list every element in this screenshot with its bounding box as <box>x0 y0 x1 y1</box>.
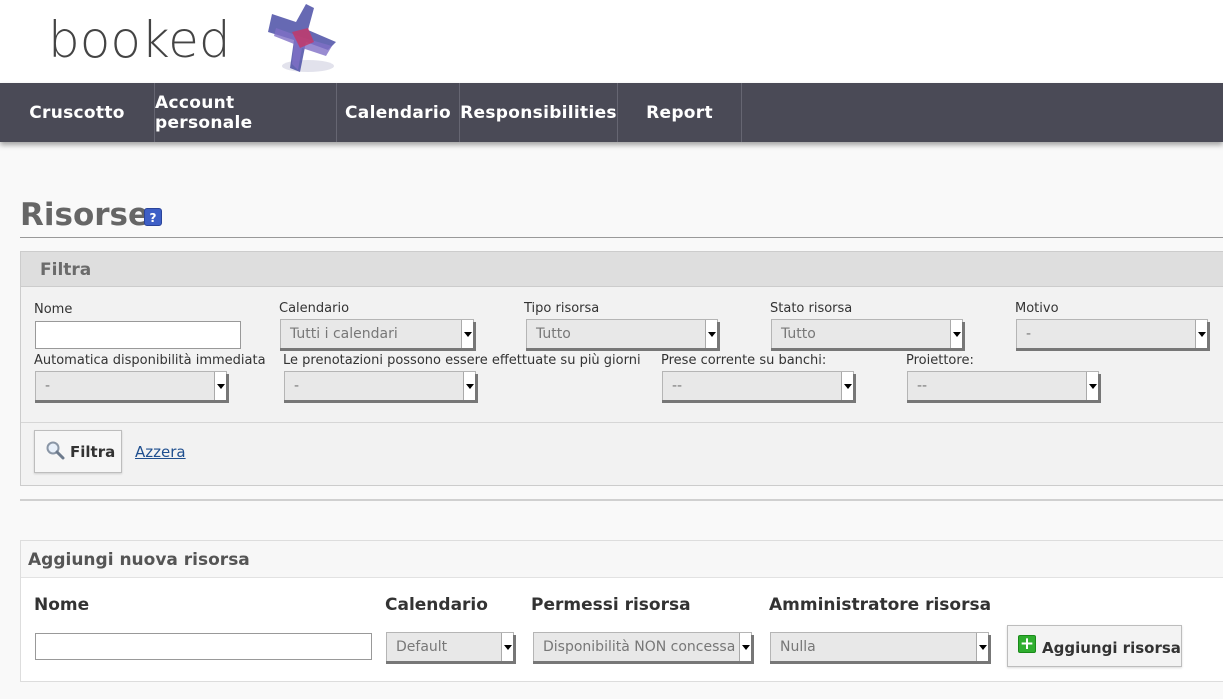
filter-power-label: Prese corrente su banchi: <box>661 353 827 368</box>
plus-icon: + <box>1018 634 1036 654</box>
chevron-down-icon <box>461 320 473 348</box>
chevron-down-icon <box>739 633 751 661</box>
filter-reason-label: Motivo <box>1015 301 1059 316</box>
add-permissions-label: Permessi risorsa <box>531 595 691 615</box>
section-divider <box>20 499 1223 501</box>
nav-item-cruscotto[interactable]: Cruscotto <box>0 83 155 142</box>
filter-projector-value: -- <box>917 378 928 394</box>
reset-link[interactable]: Azzera <box>135 443 186 461</box>
filter-status-select[interactable]: Tutto <box>771 319 965 351</box>
add-permissions-value: Disponibilità NON concessa <box>543 639 736 655</box>
chevron-down-icon <box>501 633 513 661</box>
filter-projector-select[interactable]: -- <box>907 371 1101 403</box>
add-resource-header: Aggiungi nuova risorsa <box>21 541 1223 578</box>
filter-auto-select[interactable]: - <box>35 371 229 403</box>
filter-reason-value: - <box>1026 326 1032 342</box>
main-navbar: Cruscotto Account personale Calendario R… <box>0 83 1223 142</box>
add-admin-select[interactable]: Nulla <box>770 632 991 664</box>
filter-reason-select[interactable]: - <box>1016 319 1210 351</box>
chevron-down-icon <box>1086 372 1098 400</box>
chevron-down-icon <box>950 320 962 348</box>
add-resource-panel: Aggiungi nuova risorsa Nome Calendario D… <box>20 540 1223 682</box>
add-resource-button-label: Aggiungi risorsa <box>1042 639 1181 657</box>
chevron-down-icon <box>1195 320 1207 348</box>
help-icon[interactable]: ? <box>144 208 162 226</box>
filter-power-value: -- <box>672 378 683 394</box>
filter-type-select[interactable]: Tutto <box>526 319 720 351</box>
nav-item-calendario[interactable]: Calendario <box>337 83 460 142</box>
add-calendar-value: Default <box>396 639 448 655</box>
nav-item-account-personale[interactable]: Account personale <box>155 83 337 142</box>
add-name-input[interactable] <box>35 633 372 660</box>
filter-type-value: Tutto <box>536 326 571 342</box>
filter-button[interactable]: Filtra <box>34 430 122 473</box>
filter-status-value: Tutto <box>781 326 816 342</box>
add-admin-label: Amministratore risorsa <box>769 595 992 615</box>
filter-divider <box>21 422 1223 423</box>
filter-name-label: Nome <box>34 302 73 317</box>
filter-calendar-select[interactable]: Tutti i calendari <box>280 319 476 351</box>
add-calendar-label: Calendario <box>385 595 488 615</box>
chevron-down-icon <box>705 320 717 348</box>
filter-type-label: Tipo risorsa <box>524 301 600 316</box>
filter-calendar-label: Calendario <box>279 301 350 316</box>
filter-power-select[interactable]: -- <box>662 371 856 403</box>
nav-item-report[interactable]: Report <box>618 83 742 142</box>
add-name-label: Nome <box>34 595 90 615</box>
filter-calendar-value: Tutti i calendari <box>290 326 398 342</box>
filter-panel-header: Filtra <box>21 252 1223 287</box>
header: booked <box>0 0 1223 83</box>
search-icon <box>46 441 65 460</box>
page: booked Cruscotto Account personale Calen… <box>0 0 1223 699</box>
filter-panel: Filtra Nome Calendario Tutti i calendari… <box>20 251 1223 486</box>
filter-multiday-label: Le prenotazioni possono essere effettuat… <box>283 353 641 368</box>
filter-auto-value: - <box>45 378 51 394</box>
filter-panel-title: Filtra <box>40 260 92 280</box>
filter-status-label: Stato risorsa <box>770 301 853 316</box>
add-resource-title: Aggiungi nuova risorsa <box>28 550 250 570</box>
filter-multiday-select[interactable]: - <box>284 371 478 403</box>
nav-item-responsibilities[interactable]: Responsibilities <box>460 83 618 142</box>
filter-multiday-value: - <box>294 378 300 394</box>
logo-mark-icon[interactable] <box>262 2 342 78</box>
chevron-down-icon <box>841 372 853 400</box>
add-permissions-select[interactable]: Disponibilità NON concessa <box>533 632 754 664</box>
add-resource-button[interactable]: + Aggiungi risorsa <box>1007 625 1182 667</box>
add-admin-value: Nulla <box>780 639 816 655</box>
filter-projector-label: Proiettore: <box>906 353 974 368</box>
add-calendar-select[interactable]: Default <box>386 632 516 664</box>
filter-auto-label: Automatica disponibilità immediata <box>34 353 266 368</box>
chevron-down-icon <box>214 372 226 400</box>
filter-name-input[interactable] <box>35 321 241 349</box>
chevron-down-icon <box>463 372 475 400</box>
page-title: Risorse <box>20 197 150 233</box>
filter-button-label: Filtra <box>70 443 116 461</box>
title-divider <box>20 237 1223 238</box>
chevron-down-icon <box>976 633 988 661</box>
logo-text[interactable]: booked <box>48 8 231 72</box>
